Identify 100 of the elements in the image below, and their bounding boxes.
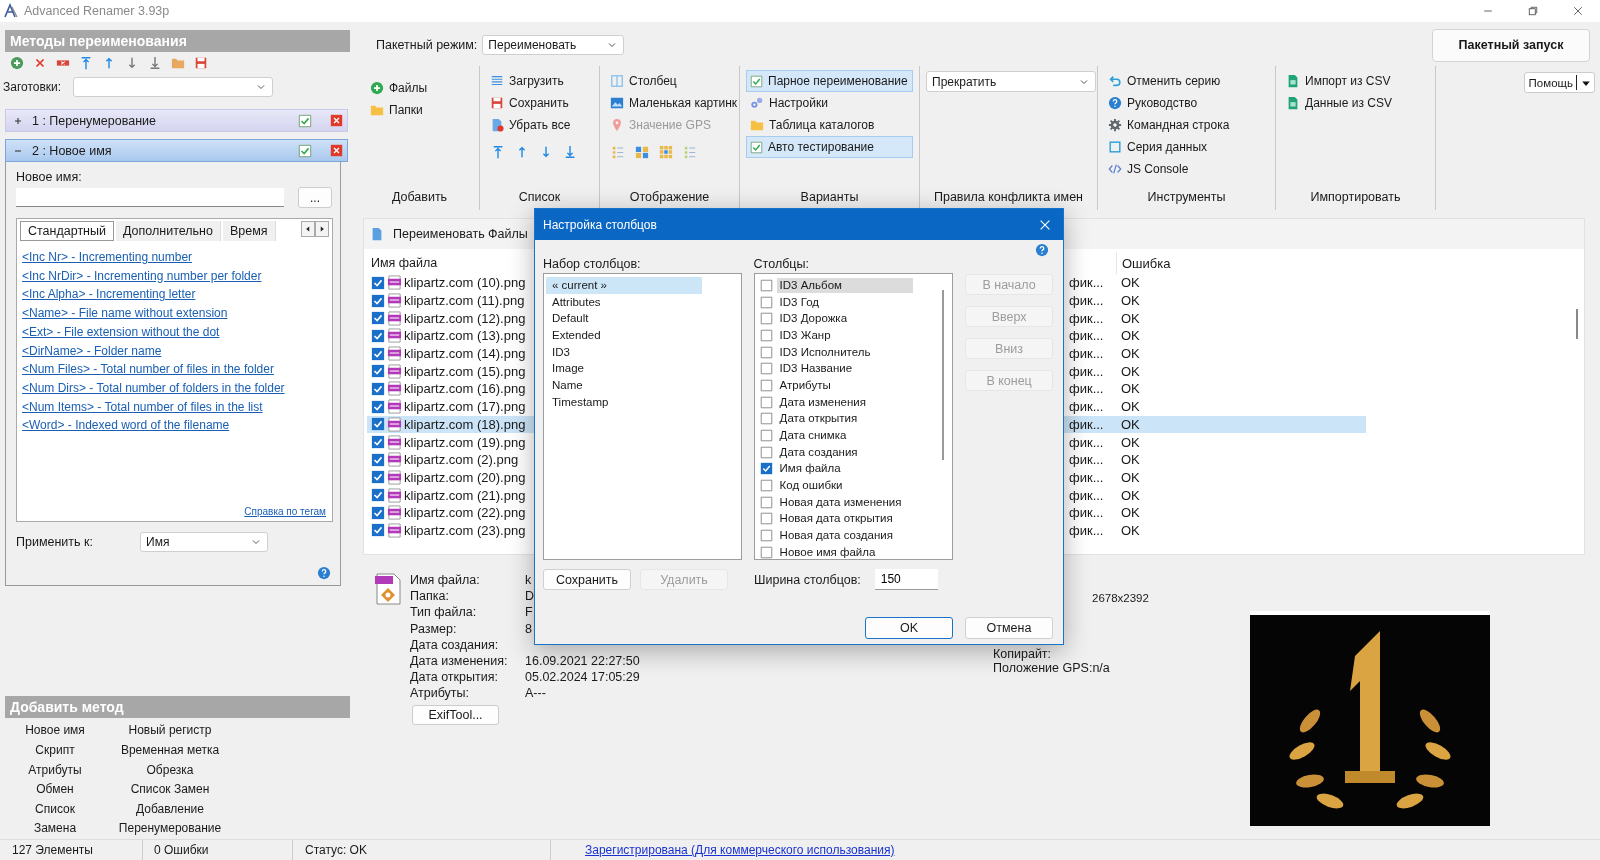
checkbox[interactable]: [371, 381, 385, 396]
checkbox[interactable]: [759, 295, 773, 309]
ribbon-button[interactable]: JS Console: [1104, 158, 1193, 180]
toolbar-button[interactable]: [634, 144, 649, 160]
ribbon-button[interactable]: Руководство: [1104, 92, 1202, 114]
tag-link[interactable]: <Inc NrDir> - Incrementing number per folder: [22, 266, 262, 286]
save-button[interactable]: Сохранить: [543, 569, 631, 590]
tag-link[interactable]: <Word> - Indexed word of the filename: [22, 416, 230, 436]
list-item[interactable]: ID3: [546, 343, 702, 361]
checkbox[interactable]: [298, 143, 312, 158]
ribbon-button[interactable]: Папки: [366, 99, 427, 121]
list-item[interactable]: Extended: [546, 327, 702, 344]
checkbox[interactable]: [759, 395, 773, 409]
ribbon-button[interactable]: Настройки: [746, 92, 832, 114]
toolbar-button[interactable]: [658, 144, 673, 160]
list-item[interactable]: Name: [546, 377, 702, 394]
checkbox[interactable]: [759, 412, 773, 426]
method-link[interactable]: Новое имя: [5, 721, 105, 742]
ribbon-button[interactable]: Файлы: [366, 77, 432, 99]
scrollbar[interactable]: [1576, 309, 1578, 339]
checkbox[interactable]: [371, 452, 385, 467]
ribbon-toggle[interactable]: Авто тестирование: [746, 136, 913, 158]
remove-method-button[interactable]: [330, 114, 343, 127]
checkbox[interactable]: [759, 429, 773, 443]
batch-start-button[interactable]: Пакетный запуск: [1432, 28, 1590, 62]
list-item[interactable]: Дата создания: [776, 444, 913, 460]
list-item[interactable]: ID3 Альбом: [776, 277, 913, 293]
list-item[interactable]: ID3 Жанр: [776, 327, 913, 343]
list-item[interactable]: Новая дата открытия: [776, 511, 913, 527]
new-name-field[interactable]: [16, 188, 284, 207]
conflict-rule-dropdown[interactable]: Прекратить: [926, 71, 1096, 92]
help-icon[interactable]: [317, 566, 331, 580]
ribbon-button[interactable]: Импорт из CSV: [1282, 70, 1395, 92]
method-link[interactable]: Добавление: [105, 799, 235, 820]
ok-button[interactable]: OK: [865, 617, 953, 639]
list-item[interactable]: Дата открытия: [776, 411, 913, 427]
cancel-button[interactable]: Отмена: [965, 617, 1053, 639]
checkbox[interactable]: [298, 113, 312, 128]
list-item[interactable]: ID3 Год: [776, 294, 913, 310]
checkbox[interactable]: [759, 328, 773, 342]
tag-link[interactable]: <DirName> - Folder name: [22, 341, 162, 361]
method-header[interactable]: 1 : Перенумерование: [5, 109, 348, 132]
checkbox[interactable]: [371, 488, 385, 503]
exiftool-button[interactable]: ExifTool...: [412, 704, 499, 725]
toolbar-button[interactable]: [193, 55, 208, 71]
method-link[interactable]: Временная метка: [105, 741, 235, 761]
tab[interactable]: Время: [222, 221, 276, 241]
checkbox[interactable]: [371, 346, 385, 361]
list-item[interactable]: Дата снимка: [776, 428, 913, 444]
tag-link[interactable]: <Num Files> - Total number of files in the folder: [22, 360, 274, 379]
method-link[interactable]: Замена: [5, 819, 105, 839]
checkbox[interactable]: [371, 328, 385, 343]
checkbox[interactable]: [759, 312, 773, 326]
tab[interactable]: Стандартный: [20, 221, 114, 241]
ribbon-button[interactable]: Столбец: [606, 70, 681, 92]
checkbox[interactable]: [759, 462, 773, 476]
tag-link[interactable]: <Num Dirs> - Total number of folders in the folder: [22, 378, 285, 398]
method-link[interactable]: Обмен: [5, 780, 105, 800]
tag-help-link[interactable]: Справка по тегам: [244, 506, 326, 517]
checkbox[interactable]: [759, 512, 773, 526]
list-item[interactable]: Image: [546, 360, 702, 378]
help-icon[interactable]: [1035, 243, 1049, 257]
list-item[interactable]: Default: [546, 310, 702, 328]
tag-link[interactable]: <Ext> - File extension without the dot: [22, 322, 220, 342]
tag-link[interactable]: <Inc Alpha> - Incrementing letter: [22, 285, 196, 305]
columns-list[interactable]: [753, 273, 954, 560]
help-button[interactable]: Помощь: [1523, 72, 1595, 93]
checkbox[interactable]: [759, 278, 773, 292]
list-item[interactable]: ID3 Дорожка: [776, 311, 913, 327]
list-item[interactable]: Дата изменения: [776, 394, 913, 410]
ribbon-button[interactable]: Маленькая картинк: [606, 92, 742, 114]
method-link[interactable]: Скрипт: [5, 741, 105, 761]
scroll-right-button[interactable]: [315, 221, 329, 237]
checkbox[interactable]: [759, 495, 773, 509]
checkbox[interactable]: [371, 399, 385, 414]
method-link[interactable]: Список Замен: [105, 780, 235, 800]
remove-method-button[interactable]: [330, 144, 343, 157]
checkbox[interactable]: [371, 505, 385, 520]
ribbon-button[interactable]: Данные из CSV: [1282, 92, 1396, 114]
checkbox[interactable]: [371, 293, 385, 308]
list-item[interactable]: Новая дата создания: [776, 528, 913, 544]
presets-dropdown[interactable]: [73, 77, 273, 97]
checkbox[interactable]: [750, 74, 763, 88]
ribbon-button[interactable]: Загрузить: [486, 70, 568, 92]
ribbon-button[interactable]: Сохранить: [486, 92, 573, 114]
list-item[interactable]: ID3 Исполнитель: [776, 344, 913, 360]
list-item[interactable]: Новая дата изменения: [776, 494, 913, 510]
ribbon-button[interactable]: Командная строка: [1104, 114, 1234, 136]
checkbox[interactable]: [371, 364, 385, 379]
list-item[interactable]: Новое имя файла: [776, 544, 913, 559]
method-link[interactable]: Перенумерование: [105, 819, 235, 839]
checkbox[interactable]: [371, 470, 385, 485]
checkbox[interactable]: [759, 362, 773, 376]
checkbox[interactable]: [750, 140, 763, 154]
scrollbar[interactable]: [942, 290, 945, 460]
toolbar-button[interactable]: [9, 55, 24, 71]
ribbon-button[interactable]: Убрать все: [486, 114, 575, 136]
list-item[interactable]: Код ошибки: [776, 478, 913, 494]
list-item[interactable]: Attributes: [546, 293, 702, 311]
tag-link[interactable]: <Inc Nr> - Incrementing number: [22, 248, 193, 267]
